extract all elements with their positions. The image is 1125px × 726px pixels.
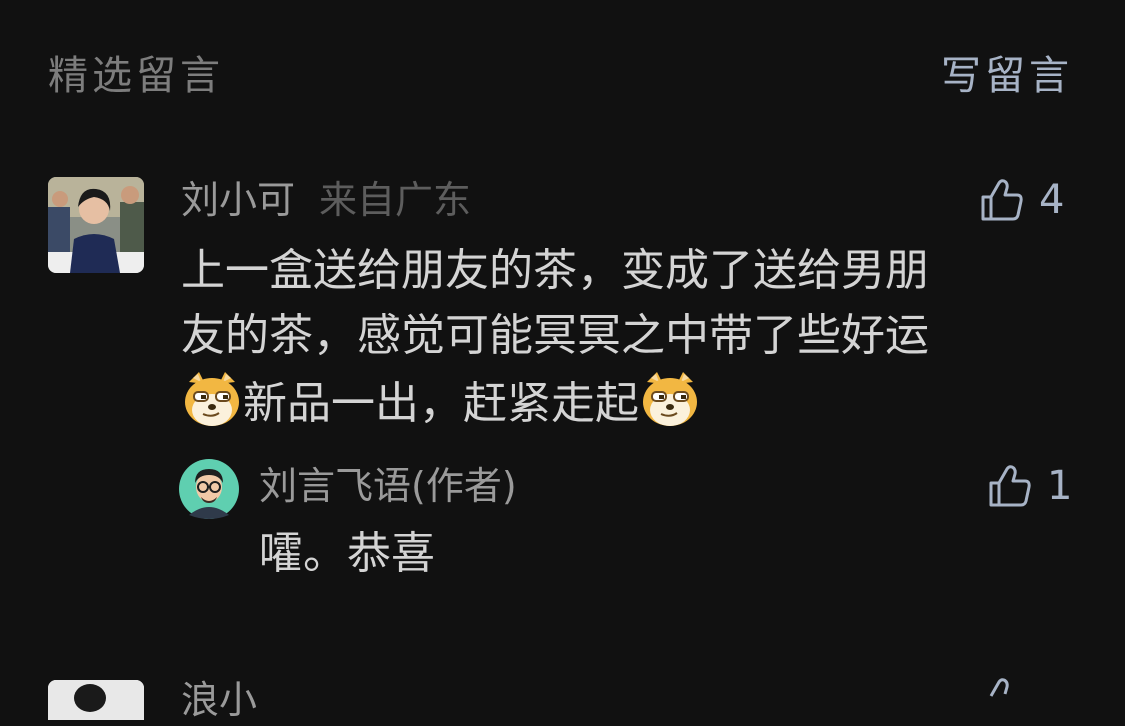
avatar-photo — [48, 680, 144, 720]
reply-like-button[interactable]: 1 — [987, 462, 1072, 510]
section-title: 精选留言 — [48, 53, 224, 99]
reply-author-name[interactable]: 刘言飞语(作者) — [259, 462, 517, 510]
comment-line: 上一盒送给朋友的茶，变成了送给男朋 — [181, 245, 929, 296]
reply-like-count: 1 — [1047, 463, 1073, 509]
reply-body: 嚯。恭喜 — [259, 528, 435, 579]
comment-location: 来自广东 — [319, 178, 472, 222]
comment-author-row: 刘小可 来自广东 — [181, 176, 471, 224]
write-comment-button[interactable]: 写留言 — [941, 52, 1073, 100]
comment-line-with-emoji: 新品一出，赶紧走起 — [181, 368, 1061, 433]
next-comment-avatar[interactable] — [48, 680, 144, 720]
comment-line-text: 新品一出，赶紧走起 — [243, 378, 639, 429]
next-comment-like-button[interactable] — [979, 676, 1025, 724]
avatar-photo — [48, 177, 144, 273]
comment-like-button[interactable]: 4 — [979, 176, 1064, 224]
next-comment-author-name[interactable]: 浪小 — [181, 676, 257, 724]
author-avatar-illustration — [179, 459, 239, 519]
thumbs-up-icon — [981, 179, 1023, 221]
comment-author-name[interactable]: 刘小可 — [181, 178, 295, 222]
avatar[interactable] — [48, 177, 144, 273]
comment-line: 友的茶，感觉可能冥冥之中带了些好运 — [181, 310, 929, 361]
comment-like-count: 4 — [1039, 177, 1065, 223]
reply-avatar[interactable] — [179, 459, 239, 519]
thumbs-up-icon — [989, 465, 1031, 507]
doge-emoji-icon — [185, 372, 239, 426]
doge-emoji-icon — [643, 372, 697, 426]
thumbs-up-icon — [989, 678, 1009, 697]
comment-body: 上一盒送给朋友的茶，变成了送给男朋 友的茶，感觉可能冥冥之中带了些好运 新品一出… — [181, 238, 1061, 433]
